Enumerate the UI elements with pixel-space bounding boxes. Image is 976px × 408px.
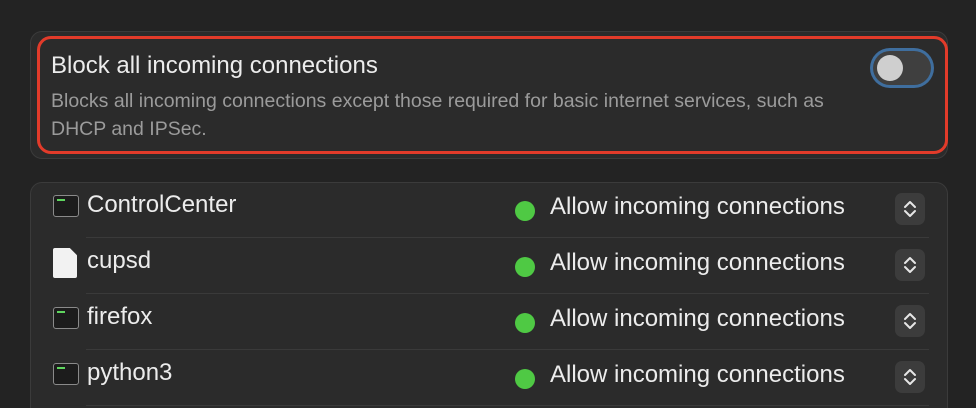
document-icon <box>53 248 77 278</box>
connection-status-label: Allow incoming connections <box>550 305 845 332</box>
row-divider <box>86 405 929 406</box>
status-dot-icon <box>515 369 535 389</box>
app-row: cupsd Allow incoming connections <box>0 237 976 293</box>
chevron-up-down-icon <box>904 257 916 273</box>
block-connections-title: Block all incoming connections <box>51 52 378 79</box>
terminal-icon <box>53 363 79 385</box>
connection-popup-button[interactable] <box>895 249 925 281</box>
app-row: ControlCenter Allow incoming connections <box>0 181 976 237</box>
app-row: python3 Allow incoming connections <box>0 349 976 405</box>
connection-status-label: Allow incoming connections <box>550 361 845 388</box>
connection-status-label: Allow incoming connections <box>550 193 845 220</box>
status-dot-icon <box>515 313 535 333</box>
connection-popup-button[interactable] <box>895 193 925 225</box>
app-name: python3 <box>87 359 173 386</box>
chevron-up-down-icon <box>904 201 916 217</box>
block-connections-description: Blocks all incoming connections except t… <box>51 90 824 140</box>
toggle-knob <box>877 55 903 81</box>
connection-popup-button[interactable] <box>895 305 925 337</box>
status-dot-icon <box>515 257 535 277</box>
app-row: firefox Allow incoming connections <box>0 293 976 349</box>
terminal-icon <box>53 307 79 329</box>
chevron-up-down-icon <box>904 369 916 385</box>
block-connections-toggle[interactable] <box>873 51 931 85</box>
status-dot-icon <box>515 201 535 221</box>
firewall-options-page: Block all incoming connections Blocks al… <box>0 0 976 408</box>
app-name: cupsd <box>87 247 152 274</box>
connection-status-label: Allow incoming connections <box>550 249 845 276</box>
terminal-icon <box>53 195 79 217</box>
chevron-up-down-icon <box>904 313 916 329</box>
connection-popup-button[interactable] <box>895 361 925 393</box>
app-name: ControlCenter <box>87 191 237 218</box>
app-name: firefox <box>87 303 153 330</box>
